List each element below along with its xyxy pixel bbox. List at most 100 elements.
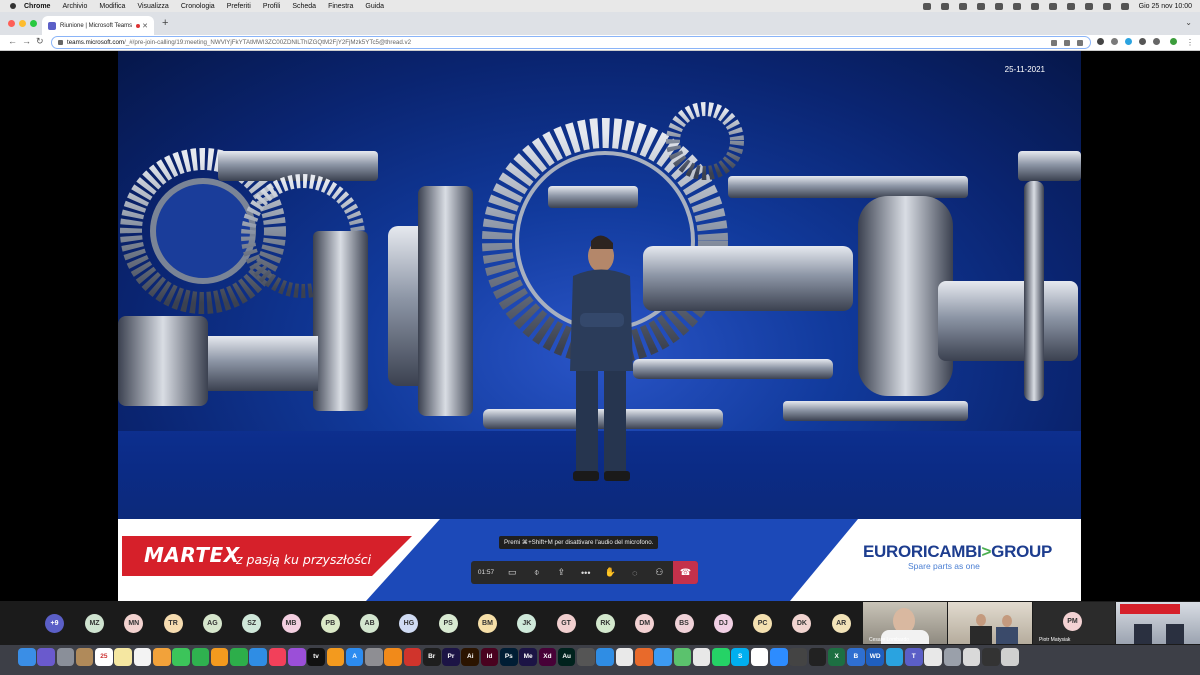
trash-icon[interactable] bbox=[1001, 648, 1019, 666]
avatar[interactable]: GT bbox=[556, 614, 576, 633]
preview-icon[interactable] bbox=[692, 648, 711, 666]
flag-icon[interactable] bbox=[958, 2, 967, 10]
bookmark-star-icon[interactable] bbox=[1077, 39, 1083, 46]
extensions-puzzle-icon[interactable] bbox=[1153, 38, 1160, 45]
menubar-clock[interactable]: Gio 25 nov 10:00 bbox=[1139, 3, 1192, 10]
avatar[interactable]: AB bbox=[360, 614, 380, 633]
shield-icon[interactable] bbox=[1012, 2, 1021, 10]
contacts-icon[interactable] bbox=[75, 648, 94, 666]
avatar[interactable]: MZ bbox=[85, 614, 104, 633]
avatar[interactable]: RK bbox=[595, 614, 615, 633]
folder-icon[interactable] bbox=[962, 648, 981, 666]
avatar[interactable]: DK bbox=[792, 614, 812, 633]
battery-icon[interactable] bbox=[1048, 2, 1057, 10]
doc-icon[interactable] bbox=[924, 648, 942, 666]
close-tab-icon[interactable]: ✕ bbox=[142, 22, 148, 30]
chrome-menu-icon[interactable]: ⋮ bbox=[1186, 38, 1194, 47]
teams-icon[interactable]: T bbox=[904, 648, 923, 666]
finder-icon[interactable] bbox=[18, 648, 36, 666]
app-store-icon[interactable]: A bbox=[345, 648, 364, 666]
avatar[interactable]: HG bbox=[399, 614, 419, 633]
zoom-icon[interactable] bbox=[769, 648, 788, 666]
facetime-icon[interactable] bbox=[191, 648, 210, 666]
video-tile-camera-off[interactable]: PM Piotr Matysiak bbox=[1033, 602, 1115, 644]
launchpad-icon[interactable] bbox=[56, 648, 75, 666]
tab-search-icon[interactable]: ⌄ bbox=[1185, 18, 1192, 27]
music-icon[interactable] bbox=[268, 648, 287, 666]
keyboard-icon[interactable] bbox=[940, 2, 949, 10]
camera-off-icon[interactable]: ▭ bbox=[500, 561, 525, 584]
podcasts-icon[interactable] bbox=[287, 648, 306, 666]
photoshop-icon[interactable]: Ps bbox=[500, 648, 518, 666]
creative-cloud-icon[interactable] bbox=[922, 2, 931, 10]
extension-icon[interactable] bbox=[1111, 38, 1118, 45]
screenshot-icon[interactable] bbox=[789, 648, 807, 666]
calendar-icon[interactable]: 25 bbox=[95, 648, 113, 666]
menu-finestra[interactable]: Finestra bbox=[328, 3, 353, 10]
video-tile[interactable] bbox=[948, 602, 1032, 644]
pages-icon[interactable] bbox=[210, 648, 229, 666]
avatar[interactable]: TR bbox=[163, 614, 183, 633]
excel-icon[interactable]: X bbox=[827, 648, 846, 666]
avatar[interactable]: BS bbox=[674, 614, 694, 633]
menu-modifica[interactable]: Modifica bbox=[99, 3, 125, 10]
menu-guida[interactable]: Guida bbox=[365, 3, 384, 10]
extension-icon[interactable] bbox=[1125, 38, 1132, 45]
slack-icon[interactable] bbox=[750, 648, 769, 666]
security-icon[interactable] bbox=[976, 2, 985, 10]
numbers-icon[interactable] bbox=[230, 648, 248, 666]
avatar[interactable]: MB bbox=[281, 614, 301, 633]
menu-app-name[interactable]: Chrome bbox=[24, 3, 50, 10]
apple-icon[interactable] bbox=[10, 3, 16, 9]
video-tile[interactable]: Cesare Lombardo bbox=[863, 602, 947, 644]
window-icon[interactable] bbox=[982, 648, 1000, 666]
mail-icon[interactable] bbox=[654, 648, 672, 666]
bluetooth-icon[interactable] bbox=[1030, 2, 1039, 10]
share-page-icon[interactable] bbox=[1064, 39, 1070, 46]
photos-icon[interactable] bbox=[152, 648, 171, 666]
avatar[interactable]: SZ bbox=[242, 614, 262, 633]
chat-icon[interactable]: ◌ bbox=[623, 561, 648, 584]
siri-icon[interactable] bbox=[37, 648, 55, 666]
menu-archivio[interactable]: Archivio bbox=[62, 3, 87, 10]
share-icon[interactable]: ⇪ bbox=[549, 561, 574, 584]
lock-icon[interactable] bbox=[58, 40, 63, 45]
control-center-icon[interactable] bbox=[1120, 2, 1129, 10]
video-tile[interactable] bbox=[1116, 602, 1200, 644]
skype-icon[interactable]: S bbox=[731, 648, 749, 666]
terminal-icon[interactable] bbox=[808, 648, 827, 666]
zoom-window-icon[interactable] bbox=[30, 20, 37, 27]
menu-preferiti[interactable]: Preferiti bbox=[227, 3, 251, 10]
avatar[interactable]: AG bbox=[202, 614, 222, 633]
illustrator-icon[interactable]: Ai bbox=[461, 648, 480, 666]
indesign-icon[interactable]: Id bbox=[480, 648, 499, 666]
minimize-window-icon[interactable] bbox=[19, 20, 26, 27]
vlc-icon[interactable] bbox=[384, 648, 402, 666]
profile-avatar-icon[interactable] bbox=[1170, 38, 1177, 45]
messages-icon[interactable] bbox=[172, 648, 190, 666]
maps-icon[interactable] bbox=[673, 648, 692, 666]
audition-icon[interactable]: Au bbox=[557, 648, 576, 666]
new-tab-button[interactable]: + bbox=[162, 17, 168, 29]
avatar[interactable]: PS bbox=[438, 614, 458, 633]
menu-cronologia[interactable]: Cronologia bbox=[181, 3, 215, 10]
firefox-icon[interactable] bbox=[635, 648, 653, 666]
chrome-icon[interactable] bbox=[615, 648, 634, 666]
avatar[interactable]: DJ bbox=[713, 614, 733, 633]
more-icon[interactable]: ••• bbox=[574, 561, 599, 584]
safari-icon[interactable] bbox=[596, 648, 615, 666]
media-encoder-icon[interactable]: Me bbox=[519, 648, 537, 666]
raise-hand-icon[interactable]: ✋ bbox=[598, 561, 623, 584]
forward-icon[interactable]: → bbox=[22, 36, 31, 46]
acrobat-icon[interactable] bbox=[403, 648, 422, 666]
overflow-participants-button[interactable]: +9 bbox=[45, 614, 64, 633]
avatar[interactable]: BM bbox=[478, 614, 497, 633]
downloads-icon[interactable] bbox=[943, 648, 962, 666]
tab-teams-meeting[interactable]: Riunione | Microsoft Teams ✕ bbox=[42, 16, 154, 35]
tv-icon[interactable]: tv bbox=[307, 648, 325, 666]
user-icon[interactable] bbox=[1102, 2, 1111, 10]
url-bar[interactable]: teams.microsoft.com/_#/pre-join-calling/… bbox=[51, 36, 1091, 49]
avatar[interactable]: JK bbox=[517, 614, 537, 633]
xd-icon[interactable]: Xd bbox=[538, 648, 557, 666]
extension-icon[interactable] bbox=[1139, 38, 1146, 45]
